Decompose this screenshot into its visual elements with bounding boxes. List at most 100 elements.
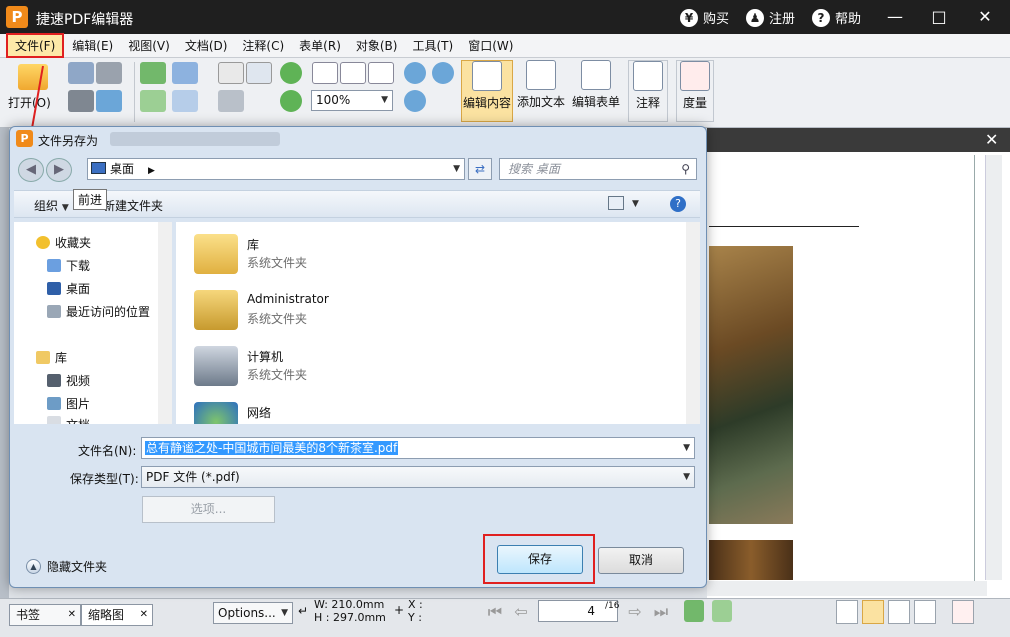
forward-button[interactable]: ▶ bbox=[46, 158, 72, 182]
refresh-button[interactable]: ⇄ bbox=[468, 158, 492, 180]
prev-page-icon[interactable]: ⇦ bbox=[510, 602, 532, 622]
nav-recent[interactable]: 最近访问的位置 bbox=[47, 303, 150, 320]
select-text-icon[interactable] bbox=[246, 62, 272, 84]
hide-folders-toggle[interactable]: ▲ 隐藏文件夹 bbox=[26, 558, 107, 575]
new-folder-button[interactable]: 新建文件夹 bbox=[103, 197, 163, 214]
nav-desktop[interactable]: 桌面 bbox=[47, 280, 90, 297]
menu-bar: 文件(F) 编辑(E) 视图(V) 文档(D) 注释(C) 表单(R) 对象(B… bbox=[0, 33, 1010, 58]
rotate-cw-icon[interactable] bbox=[280, 62, 302, 84]
print-setup-icon[interactable] bbox=[96, 62, 122, 84]
edit-form-button[interactable]: 编辑表单 bbox=[570, 60, 622, 122]
file-type: 系统文件夹 bbox=[247, 256, 308, 270]
first-page-icon[interactable]: ⏮ bbox=[484, 602, 506, 622]
redo-icon[interactable] bbox=[172, 90, 198, 112]
back-view-icon[interactable] bbox=[684, 600, 704, 622]
zoom-out-icon[interactable] bbox=[432, 62, 454, 84]
chevron-down-icon[interactable]: ▼ bbox=[632, 199, 639, 209]
open-button-label[interactable]: 打开(O) bbox=[8, 94, 51, 111]
options-button[interactable]: 选项... bbox=[142, 496, 275, 523]
options-dropdown[interactable]: Options... ▼ bbox=[213, 602, 293, 624]
save-button[interactable]: 保存 bbox=[497, 545, 583, 574]
document-horizontal-scrollbar[interactable] bbox=[707, 581, 987, 596]
nav-libraries[interactable]: 库 bbox=[36, 349, 67, 366]
zoom-select[interactable]: 100% ▼ bbox=[311, 90, 393, 111]
menu-file[interactable]: 文件(F) bbox=[6, 33, 65, 58]
dialog-title: 文件另存为 bbox=[38, 134, 99, 148]
menu-document[interactable]: 文档(D) bbox=[178, 34, 235, 57]
close-button[interactable]: ✕ bbox=[970, 6, 1000, 28]
file-list-scrollbar[interactable] bbox=[686, 222, 700, 424]
add-text-button[interactable]: 添加文本 bbox=[515, 60, 567, 122]
save-icon[interactable] bbox=[68, 62, 94, 84]
cancel-button[interactable]: 取消 bbox=[598, 547, 684, 574]
view-options-icon[interactable] bbox=[608, 196, 624, 210]
actual-size-icon[interactable] bbox=[312, 62, 338, 84]
nav-videos[interactable]: 视频 bbox=[47, 372, 90, 389]
library-icon bbox=[36, 351, 50, 364]
close-icon[interactable]: ✕ bbox=[140, 605, 148, 625]
list-item[interactable]: 库系统文件夹 bbox=[190, 230, 370, 280]
navigation-scrollbar[interactable] bbox=[158, 222, 172, 424]
maximize-button[interactable]: □ bbox=[924, 6, 954, 28]
previous-view-icon[interactable] bbox=[140, 62, 166, 84]
document-tab-strip bbox=[707, 128, 1010, 152]
list-item[interactable]: 网络系统文件夹 bbox=[190, 398, 370, 424]
search-input[interactable]: 搜索 桌面 ⚲ bbox=[499, 158, 697, 180]
desktop-icon bbox=[91, 162, 106, 174]
organize-menu[interactable]: 组织 ▼ bbox=[34, 197, 69, 214]
minimize-button[interactable]: — bbox=[880, 6, 910, 28]
add-text-label: 添加文本 bbox=[516, 95, 565, 109]
list-item[interactable]: Administrator 系统文件夹 bbox=[190, 286, 370, 336]
address-bar[interactable]: 桌面 ▶ ▼ bbox=[87, 158, 465, 180]
zoom-in-area-icon[interactable] bbox=[404, 62, 426, 84]
menu-tools[interactable]: 工具(T) bbox=[405, 34, 460, 57]
page-total: /16 bbox=[605, 601, 620, 611]
close-icon[interactable]: ✕ bbox=[68, 605, 76, 625]
measure-button[interactable]: 度量 bbox=[676, 60, 714, 122]
buy-button[interactable]: ¥ 购买 bbox=[680, 8, 729, 27]
filetype-select[interactable]: PDF 文件 (*.pdf) ▼ bbox=[141, 466, 695, 488]
snapshot-icon[interactable] bbox=[218, 90, 244, 112]
annotate-button[interactable]: 注释 bbox=[628, 60, 668, 122]
tab-thumbnails[interactable]: 缩略图 ✕ bbox=[81, 604, 153, 626]
email-icon[interactable] bbox=[96, 90, 122, 112]
continuous-facing-icon[interactable] bbox=[914, 600, 936, 624]
nav-favorites[interactable]: 收藏夹 bbox=[36, 234, 91, 251]
menu-window[interactable]: 窗口(W) bbox=[461, 34, 520, 57]
continuous-page-icon[interactable] bbox=[862, 600, 884, 624]
zoom-in-icon[interactable] bbox=[404, 90, 426, 112]
register-button[interactable]: ♟ 注册 bbox=[746, 8, 795, 27]
menu-view[interactable]: 视图(V) bbox=[121, 34, 177, 57]
menu-comment[interactable]: 注释(C) bbox=[235, 34, 291, 57]
document-close-icon[interactable]: ✕ bbox=[985, 130, 998, 149]
back-button[interactable]: ◀ bbox=[18, 158, 44, 182]
fit-page-icon[interactable] bbox=[340, 62, 366, 84]
undo-icon[interactable] bbox=[172, 62, 198, 84]
menu-object[interactable]: 对象(B) bbox=[349, 34, 405, 57]
help-button[interactable]: ? 帮助 bbox=[812, 8, 861, 27]
menu-form[interactable]: 表单(R) bbox=[292, 34, 348, 57]
menu-edit[interactable]: 编辑(E) bbox=[65, 34, 120, 57]
nav-pictures[interactable]: 图片 bbox=[47, 395, 90, 412]
edit-content-button[interactable]: 编辑内容 bbox=[461, 60, 513, 122]
facing-page-icon[interactable] bbox=[888, 600, 910, 624]
nav-documents[interactable]: 文档 bbox=[47, 416, 90, 424]
filetype-label: 保存类型(T): bbox=[70, 472, 139, 486]
tab-bookmarks[interactable]: 书签 ✕ bbox=[9, 604, 81, 626]
help-icon[interactable]: ? bbox=[670, 196, 686, 212]
forward-view-icon[interactable] bbox=[712, 600, 732, 622]
filename-input[interactable]: 总有静谧之处-中国城市间最美的8个新茶室.pdf ▼ bbox=[141, 437, 695, 459]
next-page-icon[interactable]: ⇨ bbox=[624, 602, 646, 622]
nav-downloads[interactable]: 下载 bbox=[47, 257, 90, 274]
document-vertical-scrollbar[interactable] bbox=[985, 155, 1002, 580]
fit-width-icon[interactable] bbox=[368, 62, 394, 84]
print-icon[interactable] bbox=[68, 90, 94, 112]
next-view-icon[interactable] bbox=[140, 90, 166, 112]
single-page-icon[interactable] bbox=[836, 600, 858, 624]
pdf-icon[interactable] bbox=[952, 600, 974, 624]
hand-tool-icon[interactable] bbox=[218, 62, 244, 84]
last-page-icon[interactable]: ⏭ bbox=[650, 602, 672, 622]
rotate-ccw-icon[interactable] bbox=[280, 90, 302, 112]
nav-pictures-label: 图片 bbox=[66, 397, 91, 411]
list-item[interactable]: 计算机 系统文件夹 bbox=[190, 342, 370, 392]
